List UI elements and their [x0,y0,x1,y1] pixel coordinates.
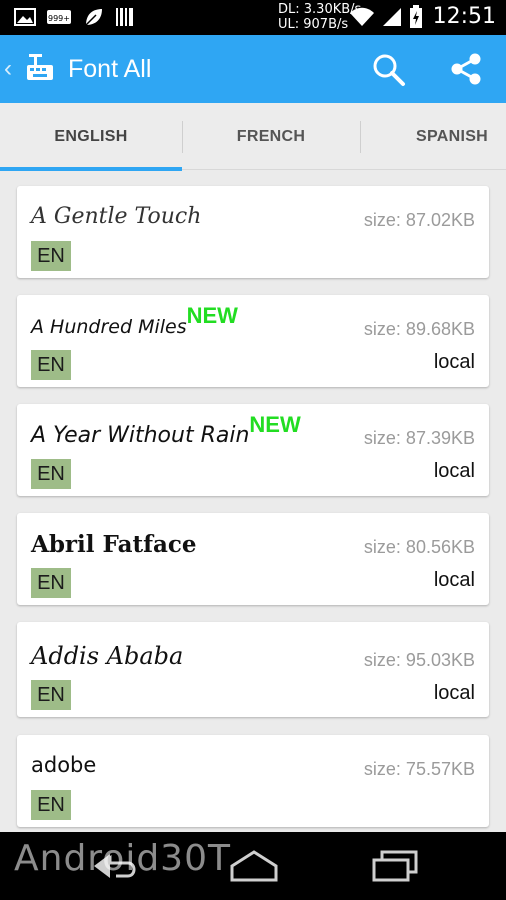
app-title: Font All [68,55,152,83]
font-name-text: A Hundred Miles [31,316,187,338]
battery-icon [409,4,422,28]
local-status: local [433,351,475,373]
language-badge: EN [31,790,71,820]
image-icon [14,8,36,26]
font-size: size: 87.02KB [363,210,475,230]
font-name: Abril Fatface [31,531,197,558]
font-card[interactable]: A Hundred MilesNEW EN size: 89.68KB loca… [17,295,489,387]
local-status: local [433,460,475,482]
new-badge: NEW [186,303,238,328]
action-bar: ‹ Font All [0,35,506,103]
font-name: adobe [31,753,96,777]
font-name-text: Abril Fatface [31,531,197,558]
font-name-text: adobe [31,753,97,777]
recent-apps-icon[interactable] [364,846,424,886]
font-name: A Gentle Touch [31,204,201,229]
chevron-left-icon[interactable]: ‹ [4,55,12,83]
font-list: A Gentle Touch EN size: 87.02KB A Hundre… [0,170,506,832]
status-bar: 999+ DL: 3.30KB/s UL: 907B/s 12:51 [0,0,506,35]
badge-count: 999+ [48,14,70,23]
local-status: local [433,569,475,591]
font-size: size: 80.56KB [363,537,475,557]
font-app-icon[interactable] [26,53,54,81]
home-icon[interactable] [224,846,284,886]
font-card[interactable]: adobe EN size: 75.57KB [17,735,489,827]
font-name: Addis Ababa [31,642,183,670]
badge-icon: 999+ [47,10,71,24]
font-size: size: 89.68KB [363,319,475,339]
system-icons: 12:51 [349,4,496,29]
tab-french[interactable]: FRENCH [182,103,360,170]
language-badge: EN [31,680,71,710]
language-badge: EN [31,241,71,271]
language-tabs: ENGLISH FRENCH SPANISH [0,103,506,171]
font-name: A Hundred MilesNEW [31,303,238,339]
signal-icon [382,7,401,26]
font-size: size: 95.03KB [363,650,475,670]
font-name-text: A Year Without Rain [31,423,250,448]
notification-icons: 999+ [14,7,136,27]
search-icon[interactable] [370,51,406,87]
font-name: A Year Without RainNEW [31,412,301,448]
share-icon[interactable] [448,51,484,87]
tab-spanish[interactable]: SPANISH [360,103,506,170]
wifi-icon [349,7,374,26]
font-size: size: 87.39KB [363,428,475,448]
font-card[interactable]: Abril Fatface EN size: 80.56KB local [17,513,489,605]
leaf-icon [85,9,102,26]
local-status: local [433,682,475,704]
barcode-icon [116,8,133,26]
font-card[interactable]: A Gentle Touch EN size: 87.02KB [17,186,489,278]
font-name-text: Addis Ababa [31,642,184,670]
language-badge: EN [31,350,71,380]
language-badge: EN [31,459,71,489]
font-name-text: A Gentle Touch [31,204,202,229]
font-card[interactable]: A Year Without RainNEW EN size: 87.39KB … [17,404,489,496]
watermark: Android30T [14,838,231,879]
language-badge: EN [31,568,71,598]
tab-english[interactable]: ENGLISH [0,103,182,170]
clock: 12:51 [432,4,496,29]
font-card[interactable]: Addis Ababa EN size: 95.03KB local [17,622,489,717]
new-badge: NEW [249,412,301,437]
font-size: size: 75.57KB [363,759,475,779]
